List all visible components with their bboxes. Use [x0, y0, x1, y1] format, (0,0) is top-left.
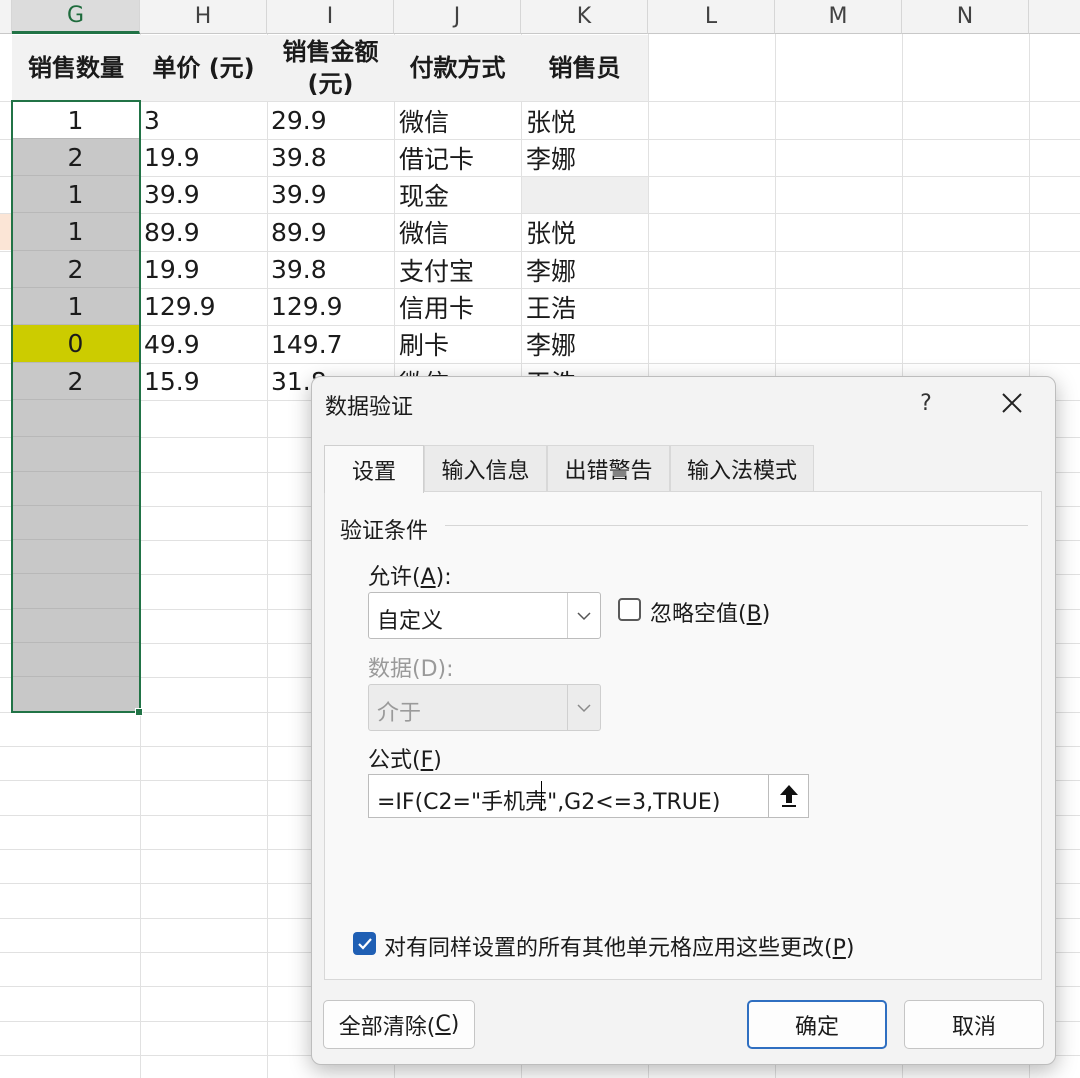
cell-g-empty[interactable] [12, 437, 139, 472]
grid-line [140, 34, 141, 1078]
corner-header [0, 0, 12, 34]
cell-g-qty[interactable]: 2 [12, 251, 139, 288]
cell-g-qty[interactable]: 1 [12, 213, 139, 251]
column-header-blank[interactable] [1029, 0, 1080, 34]
header-cell-unit-price[interactable]: 单价 (元) [140, 35, 267, 101]
cell-k-salesperson[interactable]: 张悦 [526, 213, 646, 251]
cell-h-price[interactable]: 19.9 [144, 251, 264, 288]
cell-k-salesperson[interactable]: 王浩 [526, 288, 646, 325]
cell-i-amount[interactable]: 39.8 [271, 139, 391, 176]
arrow-up-icon [779, 785, 798, 807]
apply-all-checkbox[interactable] [353, 932, 376, 955]
ok-button[interactable]: 确定 [747, 1000, 887, 1049]
chevron-down-icon[interactable] [567, 593, 600, 638]
tab-input-message[interactable]: 输入信息 [424, 445, 547, 491]
cell-g-empty[interactable] [12, 400, 139, 437]
apply-all-label[interactable]: 对有同样设置的所有其他单元格应用这些更改(P) [384, 930, 854, 962]
cell-i-amount[interactable]: 39.8 [271, 251, 391, 288]
ignore-blank-checkbox[interactable] [618, 598, 641, 621]
column-header-g[interactable]: G [12, 0, 140, 34]
column-header-k[interactable]: K [521, 0, 648, 34]
column-header-n[interactable]: N [902, 0, 1029, 34]
tab-error-alert[interactable]: 出错警告 [547, 445, 670, 491]
cell-g-qty[interactable]: 2 [12, 363, 139, 400]
data-select-value: 介于 [377, 701, 422, 726]
cell-h-price[interactable]: 129.9 [144, 288, 264, 325]
checkmark-icon [357, 937, 372, 950]
allow-select[interactable]: 自定义 [368, 592, 601, 639]
cell-j-payment[interactable]: 刷卡 [399, 325, 519, 363]
header-cell-sales-qty[interactable]: 销售数量 [12, 35, 140, 101]
cancel-button[interactable]: 取消 [904, 1000, 1044, 1049]
column-header-j[interactable]: J [394, 0, 521, 34]
cell-g-empty[interactable] [12, 643, 139, 677]
column-header-h[interactable]: H [140, 0, 267, 34]
cell-g-qty[interactable]: 1 [12, 176, 139, 213]
header-cell-sales-amount[interactable]: 销售金额 (元) [267, 35, 394, 101]
cell-g-empty[interactable] [12, 574, 139, 609]
close-button[interactable] [992, 383, 1032, 423]
dialog-title: 数据验证 [325, 395, 414, 420]
cell-j-payment[interactable]: 微信 [399, 213, 519, 251]
cell-i-amount[interactable]: 29.9 [271, 102, 391, 139]
clear-all-button[interactable]: 全部清除(C) [323, 1000, 475, 1049]
cell-i-amount[interactable]: 89.9 [271, 213, 391, 251]
row-highlight [0, 214, 11, 250]
cell-k-salesperson[interactable]: 张悦 [526, 102, 646, 139]
data-select: 介于 [368, 684, 601, 731]
text-caret [541, 781, 542, 811]
cell-j-payment[interactable]: 借记卡 [399, 139, 519, 176]
allow-label: 允许(A): [368, 565, 452, 590]
cell-g-empty[interactable] [12, 506, 139, 540]
cell-g-qty[interactable]: 1 [12, 102, 139, 139]
cell-h-price[interactable]: 3 [144, 102, 264, 139]
grid-line [267, 34, 268, 1078]
cell-k-salesperson[interactable]: 李娜 [526, 325, 646, 363]
ignore-blank-label[interactable]: 忽略空值(B) [650, 596, 770, 628]
cell-g-qty[interactable]: 1 [12, 288, 139, 325]
data-label: 数据(D): [368, 657, 454, 682]
settings-panel: 验证条件 允许(A): 自定义 忽略空值(B) 数据(D): 介于 公式(F) … [324, 491, 1042, 980]
cell-g-empty[interactable] [12, 472, 139, 506]
cell-j-payment[interactable]: 支付宝 [399, 251, 519, 288]
data-validation-dialog: 数据验证 ? 设置 输入信息 出错警告 输入法模式 验证条件 允许(A): 自定… [311, 376, 1056, 1065]
cell-k-salesperson[interactable]: 李娜 [526, 251, 646, 288]
cell-k-salesperson[interactable] [526, 176, 646, 213]
allow-select-value: 自定义 [377, 609, 444, 634]
cell-h-price[interactable]: 19.9 [144, 139, 264, 176]
chevron-down-icon [567, 685, 600, 730]
range-select-button[interactable] [768, 775, 808, 817]
column-header-i[interactable]: I [267, 0, 394, 34]
tab-ime-mode[interactable]: 输入法模式 [670, 445, 814, 491]
cell-h-price[interactable]: 15.9 [144, 363, 264, 400]
column-header-m[interactable]: M [775, 0, 902, 34]
cell-i-amount[interactable]: 129.9 [271, 288, 391, 325]
help-button[interactable]: ? [912, 383, 940, 423]
cell-k-salesperson[interactable]: 李娜 [526, 139, 646, 176]
cell-g-empty[interactable] [12, 677, 139, 712]
cell-j-payment[interactable]: 信用卡 [399, 288, 519, 325]
cell-h-price[interactable]: 49.9 [144, 325, 264, 363]
cell-h-price[interactable]: 89.9 [144, 213, 264, 251]
cell-j-payment[interactable]: 微信 [399, 102, 519, 139]
close-icon [1002, 393, 1022, 413]
cell-i-amount[interactable]: 39.9 [271, 176, 391, 213]
column-header-l[interactable]: L [648, 0, 775, 34]
header-cell-salesperson[interactable]: 销售员 [521, 35, 648, 101]
header-cell-payment-method[interactable]: 付款方式 [394, 35, 521, 101]
formula-label: 公式(F) [368, 748, 442, 773]
cell-g-qty[interactable]: 2 [12, 139, 139, 176]
tab-settings[interactable]: 设置 [324, 445, 424, 493]
formula-input[interactable]: =IF(C2="手机壳",G2<=3,TRUE) [368, 774, 809, 818]
formula-value: =IF(C2="手机壳",G2<=3,TRUE) [377, 790, 721, 815]
section-title: 验证条件 [340, 519, 429, 544]
cell-g-empty[interactable] [12, 540, 139, 574]
fill-handle[interactable] [135, 708, 143, 716]
section-divider [445, 525, 1028, 526]
cell-h-price[interactable]: 39.9 [144, 176, 264, 213]
cell-g-qty-invalid[interactable]: 0 [12, 325, 139, 363]
cell-j-payment[interactable]: 现金 [399, 176, 519, 213]
cell-g-empty[interactable] [12, 609, 139, 643]
cell-i-amount[interactable]: 149.7 [271, 325, 391, 363]
